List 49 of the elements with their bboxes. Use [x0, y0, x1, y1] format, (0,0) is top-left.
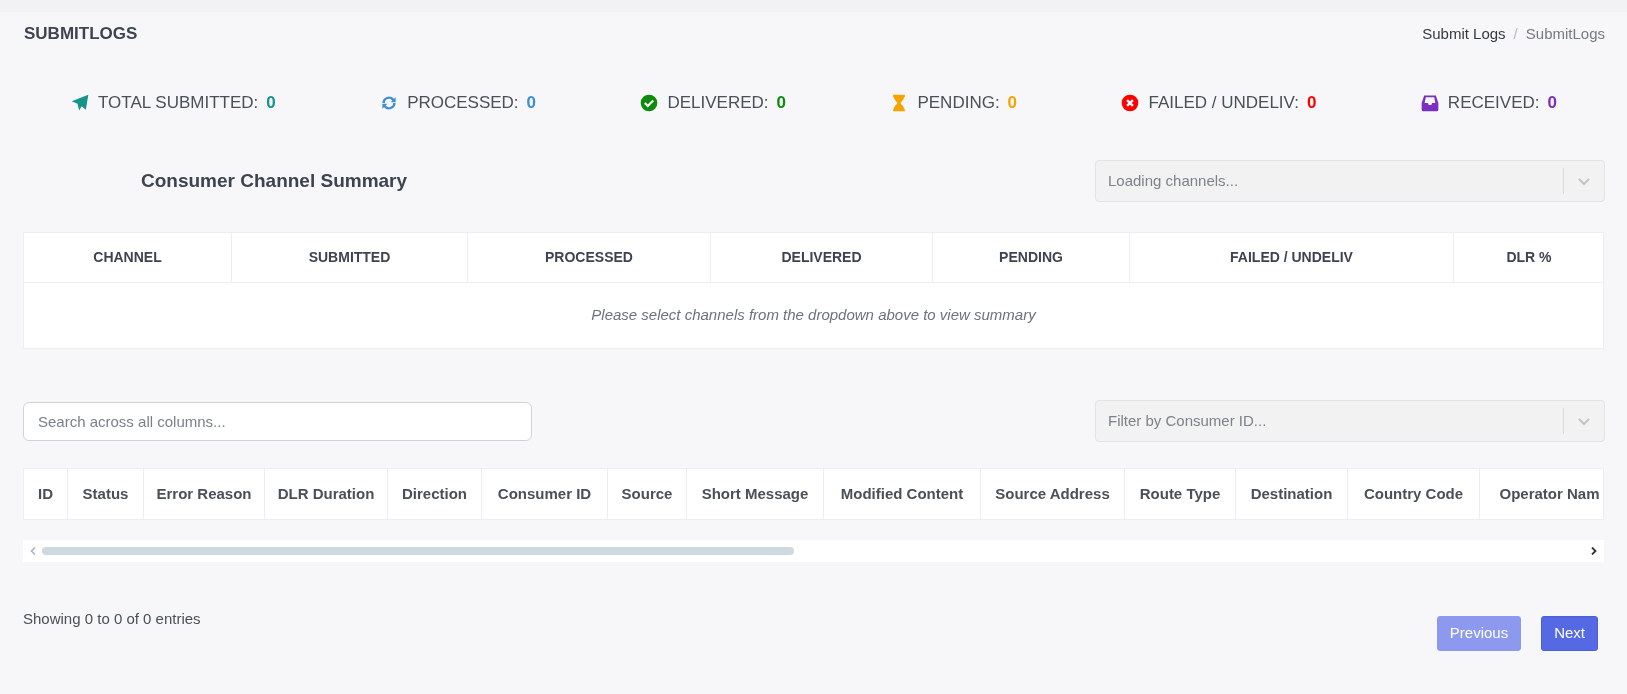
column-header: Short Message: [686, 469, 823, 519]
stat-label: PENDING:: [917, 92, 1000, 115]
stat-value: 0: [526, 92, 537, 115]
column-header: DLR Duration: [264, 469, 387, 519]
search-field[interactable]: Search across all columns...: [23, 401, 532, 441]
column-header: Consumer ID: [481, 469, 607, 519]
column-header: PENDING: [932, 233, 1129, 282]
stat-label: TOTAL SUBMITTED:: [98, 92, 259, 115]
scroll-left-icon[interactable]: [30, 547, 36, 555]
breadcrumb-link[interactable]: SubmitLogs: [1525, 22, 1605, 46]
scrollbar-thumb[interactable]: [42, 547, 794, 555]
stat-label: DELIVERED:: [667, 92, 769, 115]
column-header: PROCESSED: [467, 233, 710, 282]
column-header: Destination: [1235, 469, 1347, 519]
column-header: Source Address: [980, 469, 1124, 519]
close-circle-icon: [1120, 93, 1141, 113]
column-header: Modified Content: [823, 469, 980, 519]
column-header: Status: [67, 469, 143, 519]
entries-info: Showing 0 to 0 of 0 entries: [23, 609, 201, 629]
column-header: Country Code: [1347, 469, 1479, 519]
section-title: Consumer Channel Summary: [141, 168, 408, 193]
page-title: SUBMITLOGS: [24, 23, 138, 46]
column-header: FAILED / UNDELIV: [1129, 233, 1453, 282]
check-circle-icon: [639, 93, 660, 113]
column-header: Source: [607, 469, 686, 519]
empty-message: Please select channels from the dropdown above to view summary: [591, 305, 1036, 326]
stat-value: 0: [1307, 92, 1317, 115]
column-header: Direction: [387, 469, 481, 519]
stat-label: PROCESSED:: [407, 92, 519, 115]
stat-label: FAILED / UNDELIV:: [1148, 92, 1299, 115]
column-header: SUBMITTED: [231, 233, 467, 282]
column-header: CHANNEL: [92, 248, 163, 267]
column-header: ID: [37, 483, 54, 504]
column-header: Route Type: [1124, 469, 1235, 519]
column-header: Operator Nam: [1479, 469, 1603, 519]
next-button[interactable]: Next: [1541, 616, 1598, 651]
stat-label: RECEIVED:: [1447, 92, 1540, 115]
column-header: DLR %: [1453, 233, 1604, 282]
column-header: Error Reason: [143, 469, 264, 519]
stat-value: 0: [266, 92, 276, 115]
scroll-right-icon[interactable]: [1591, 547, 1597, 555]
stat-value: 0: [1007, 92, 1018, 115]
stat-value: 0: [1547, 92, 1557, 115]
breadcrumb-link[interactable]: Submit Logs: [1422, 22, 1506, 46]
send-icon: [70, 93, 90, 113]
breadcrumb-separator: /: [1513, 23, 1518, 44]
column-header: DELIVERED: [710, 233, 932, 282]
inbox-icon: [1419, 93, 1440, 113]
stat-value: 0: [776, 92, 787, 115]
